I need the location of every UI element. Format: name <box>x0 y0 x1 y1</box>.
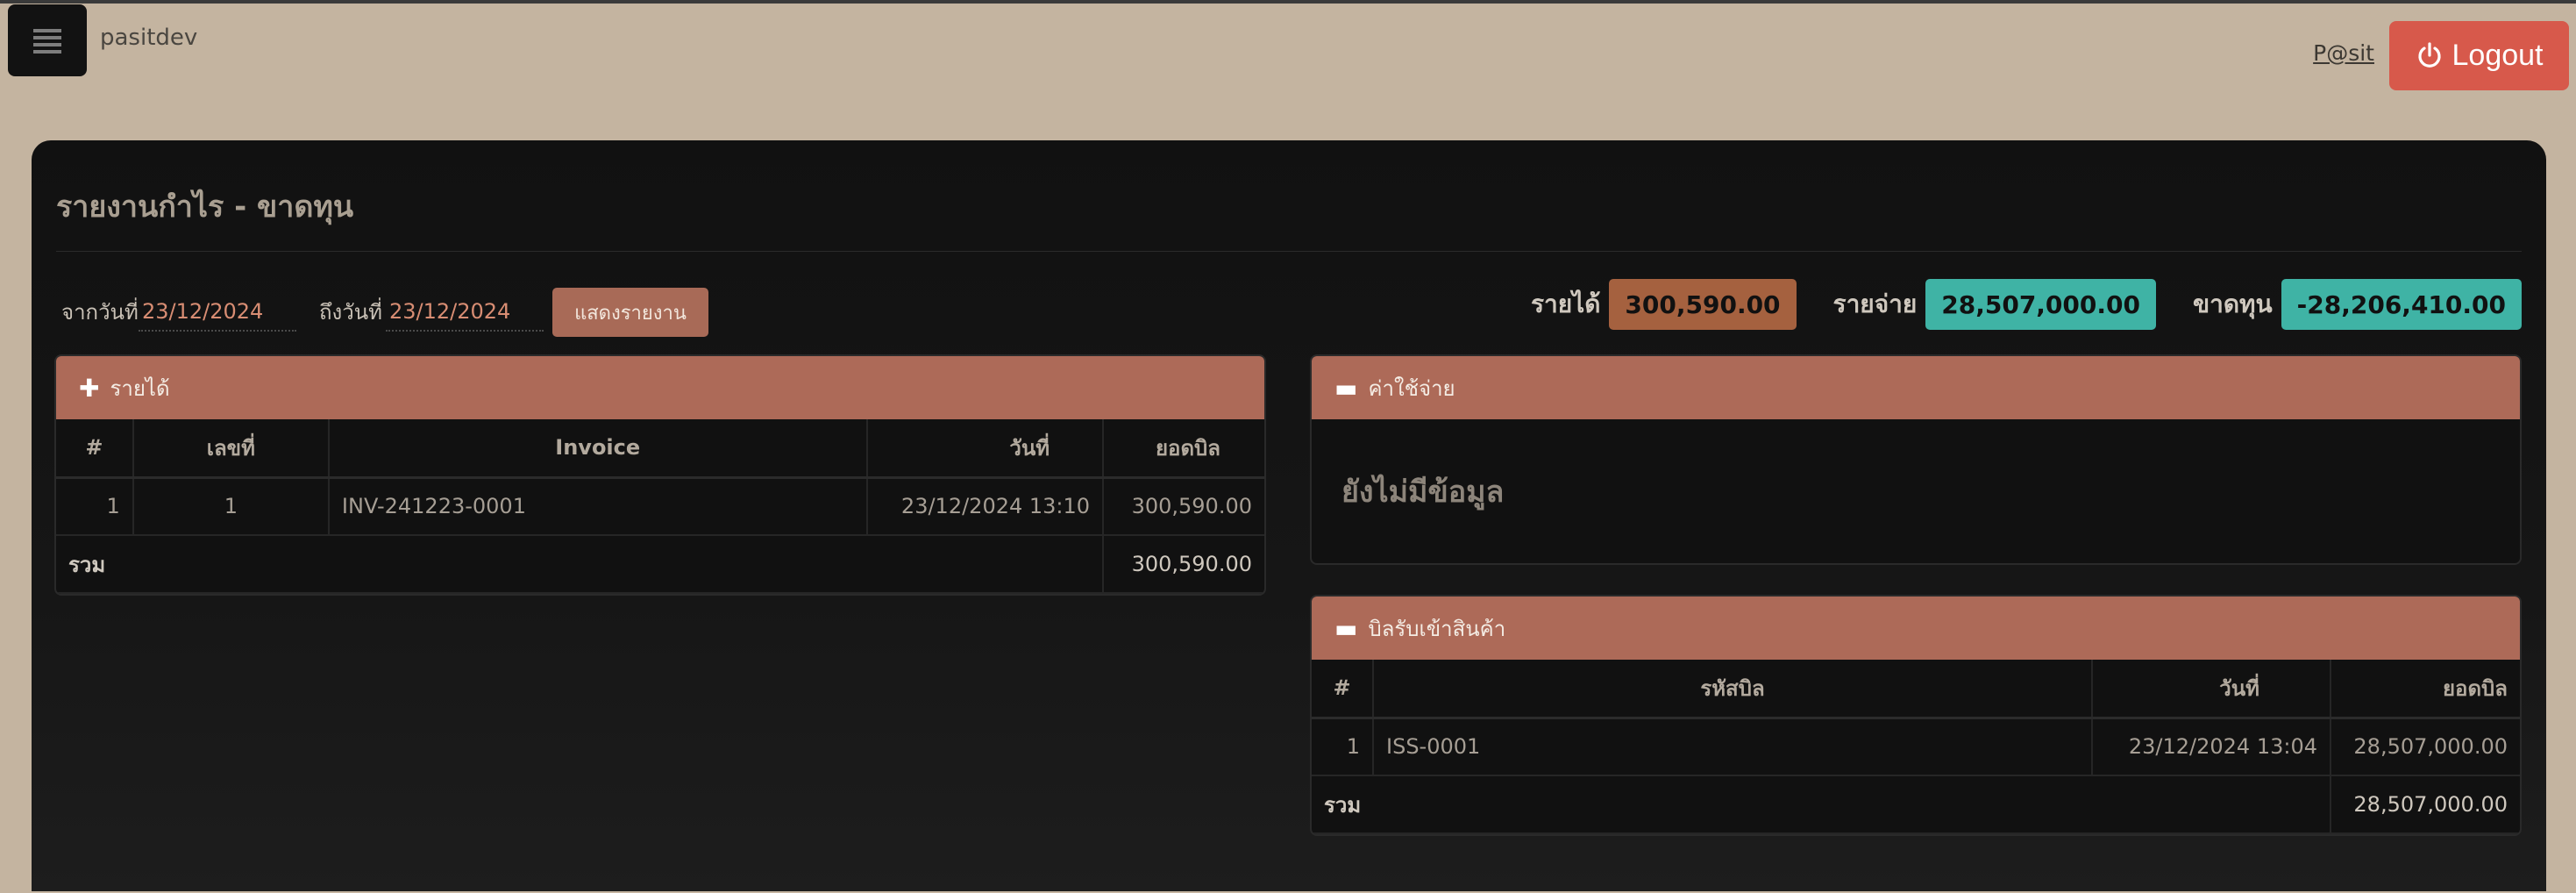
column-header: ยอดบิล <box>2330 660 2520 719</box>
expense-card-header[interactable]: ▬ ค่าใช้จ่าย <box>1312 356 2520 419</box>
to-date-label: ถึงวันที่ <box>319 300 382 325</box>
total-row: รวม 300,590.00 <box>56 535 1264 594</box>
income-summary-label: รายได้ <box>1530 289 1601 318</box>
total-label: รวม <box>56 535 1105 594</box>
total-amount: 28,507,000.00 <box>2330 775 2520 834</box>
menu-toggle-button[interactable] <box>8 4 87 76</box>
from-date-input[interactable] <box>139 286 296 332</box>
empty-message: ยังไม่มีข้อมูล <box>1341 475 1505 510</box>
goods-receipt-card-header[interactable]: ▬ บิลรับเข้าสินค้า <box>1312 597 2520 660</box>
row-index: 1 <box>1312 718 1374 776</box>
column-header: # <box>56 419 134 479</box>
income-card-title: รายได้ <box>110 375 170 401</box>
table-row[interactable]: 1 1 INV-241223-0001 23/12/2024 13:10 300… <box>56 477 1264 536</box>
page-title: รายงานกำไร - ขาดทุน <box>56 189 354 225</box>
user-profile-link[interactable]: P@sit <box>2313 40 2374 66</box>
column-header: วันที่ <box>866 419 1105 479</box>
from-date-label: จากวันที่ <box>61 300 139 325</box>
username-label: pasitdev <box>100 25 198 51</box>
summary-bar: รายได้ 300,590.00 รายจ่าย 28,507,000.00 … <box>1531 279 2522 330</box>
row-amount: 300,590.00 <box>1103 477 1264 536</box>
report-panel: รายงานกำไร - ขาดทุน จากวันที่ ถึงวันที่ … <box>32 140 2546 891</box>
row-number: 1 <box>132 477 330 536</box>
loss-summary-badge: -28,206,410.00 <box>2281 279 2522 330</box>
expense-card: ▬ ค่าใช้จ่าย ยังไม่มีข้อมูล <box>1310 354 2522 565</box>
logout-button[interactable]: Logout <box>2389 21 2569 90</box>
column-header: # <box>1312 660 1374 719</box>
expense-summary-label: รายจ่าย <box>1832 289 1918 318</box>
hamburger-icon <box>33 29 61 54</box>
column-header: Invoice <box>328 419 868 479</box>
goods-receipt-card: ▬ บิลรับเข้าสินค้า # รหัสบิล วันที่ ยอดบ… <box>1310 595 2522 836</box>
plus-icon: ✚ <box>79 373 100 403</box>
income-table: # เลขที่ Invoice วันที่ ยอดบิล 1 1 INV-2… <box>56 419 1264 594</box>
minus-icon: ▬ <box>1334 373 1358 403</box>
show-report-button[interactable]: แสดงรายงาน <box>552 288 708 337</box>
power-icon <box>2417 41 2441 68</box>
row-invoice: INV-241223-0001 <box>328 477 868 536</box>
minus-icon: ▬ <box>1334 613 1358 643</box>
row-amount: 28,507,000.00 <box>2330 718 2520 776</box>
income-summary-badge: 300,590.00 <box>1609 279 1797 330</box>
title-divider <box>56 251 2522 252</box>
logout-label: Logout <box>2451 39 2544 72</box>
income-card: ✚ รายได้ # เลขที่ Invoice วันที่ ยอดบิล … <box>54 354 1266 596</box>
row-date: 23/12/2024 13:04 <box>2092 718 2331 776</box>
goods-receipt-card-title: บิลรับเข้าสินค้า <box>1368 616 1506 641</box>
income-card-header[interactable]: ✚ รายได้ <box>56 356 1264 419</box>
total-label: รวม <box>1312 775 2331 834</box>
row-bill-code: ISS-0001 <box>1373 718 2093 776</box>
column-header: รหัสบิล <box>1373 660 2093 719</box>
expense-summary-badge: 28,507,000.00 <box>1925 279 2156 330</box>
column-header: เลขที่ <box>132 419 330 479</box>
to-date-input[interactable] <box>386 286 544 332</box>
row-date: 23/12/2024 13:10 <box>866 477 1105 536</box>
column-header: ยอดบิล <box>1103 419 1264 479</box>
row-index: 1 <box>56 477 134 536</box>
total-row: รวม 28,507,000.00 <box>1312 775 2520 834</box>
expense-card-title: ค่าใช้จ่าย <box>1368 375 1455 401</box>
goods-receipt-table: # รหัสบิล วันที่ ยอดบิล 1 ISS-0001 23/12… <box>1312 660 2520 834</box>
table-row[interactable]: 1 ISS-0001 23/12/2024 13:04 28,507,000.0… <box>1312 718 2520 776</box>
loss-summary-label: ขาดทุน <box>2192 289 2273 318</box>
column-header: วันที่ <box>2092 660 2331 719</box>
total-amount: 300,590.00 <box>1103 535 1264 594</box>
